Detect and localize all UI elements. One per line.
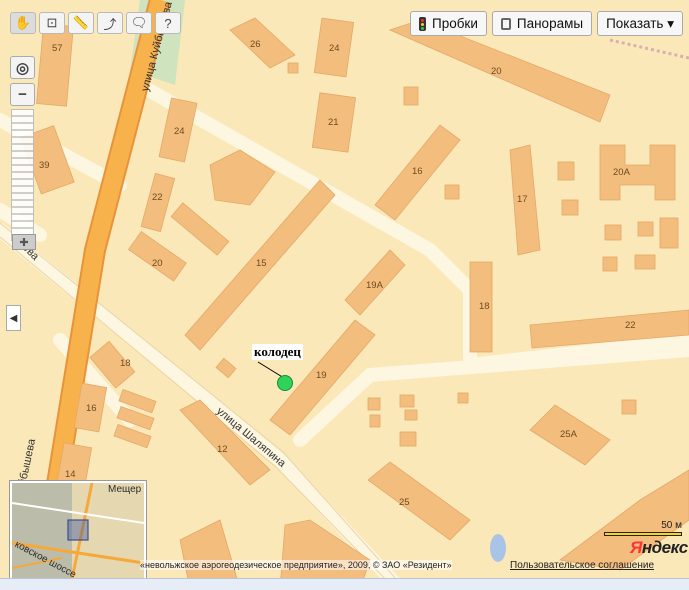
bldg-14: 14 <box>65 469 76 480</box>
zoom-control: ◎ − <box>10 56 35 244</box>
bldg-15: 15 <box>256 258 267 269</box>
bldg-25A: 25А <box>560 429 578 440</box>
scale-label: 50 м <box>661 520 682 531</box>
bldg-24a: 24 <box>329 43 340 54</box>
overview-minimap[interactable]: Мещер ковское шоссе <box>10 481 146 581</box>
hand-icon[interactable]: ✋ <box>10 12 36 34</box>
layer-buttons: Пробки Панорамы Показать ▾ <box>409 11 683 36</box>
yandex-logo[interactable]: Яндекс <box>630 538 688 558</box>
traffic-light-icon <box>418 16 426 31</box>
bldg-19A: 19А <box>366 280 384 291</box>
bldg-20b: 20 <box>152 258 163 269</box>
bldg-22a: 22 <box>152 192 163 203</box>
bldg-26: 26 <box>250 39 261 50</box>
bldg-24b: 24 <box>174 126 185 137</box>
panoramas-button[interactable]: Панорамы <box>491 11 593 36</box>
pond <box>490 534 506 562</box>
bldg-16a: 16 <box>412 166 423 177</box>
marker-label[interactable]: колодец <box>252 344 303 360</box>
scale-bar-line <box>604 532 682 536</box>
map-toolbar: ✋ ⊡ 📏 ⤴ 🗨 ? <box>10 12 181 34</box>
railway <box>609 38 689 60</box>
bldg-16b: 16 <box>86 403 97 414</box>
route-icon[interactable]: ⤴ <box>97 12 123 34</box>
copyright-text: «невольжское аэрогеодезическое предприят… <box>140 560 452 570</box>
traffic-button[interactable]: Пробки <box>409 11 487 36</box>
minimap-layer <box>12 483 144 579</box>
zoom-area-icon[interactable]: ⊡ <box>39 12 65 34</box>
zoom-slider-track[interactable] <box>11 109 34 241</box>
scale-bar: 50 м <box>604 520 682 536</box>
bldg-18a: 18 <box>479 301 490 312</box>
show-button-label: Показать ▾ <box>606 15 674 31</box>
info-cursor-icon[interactable]: ? <box>155 12 181 34</box>
bldg-21: 21 <box>328 117 339 128</box>
zoom-slider-handle[interactable]: ✚ <box>12 234 36 250</box>
collapse-panel-button[interactable]: ◀ <box>6 305 21 331</box>
logo-rest: ндекс <box>641 538 688 557</box>
window-bottom-bar <box>0 578 689 590</box>
bldg-12: 12 <box>217 444 228 455</box>
bldg-20a: 20 <box>491 66 502 77</box>
logo-first-letter: Я <box>630 538 642 557</box>
compass-icon[interactable]: ◎ <box>10 56 35 79</box>
panoramas-button-label: Панорамы <box>516 16 584 31</box>
user-agreement-link[interactable]: Пользовательское соглашение <box>510 560 654 571</box>
bldg-39: 39 <box>39 160 50 171</box>
bldg-57: 57 <box>52 43 63 54</box>
placemark-icon[interactable]: 🗨 <box>126 12 152 34</box>
bldg-20A: 20А <box>613 167 631 178</box>
zoom-out-button[interactable]: − <box>10 83 35 106</box>
ruler-icon[interactable]: 📏 <box>68 12 94 34</box>
bldg-22b: 22 <box>625 320 636 331</box>
minimap-label-top: Мещер <box>108 484 142 495</box>
bldg-25: 25 <box>399 497 410 508</box>
bldg-18b: 18 <box>120 358 131 369</box>
bldg-17: 17 <box>517 194 528 205</box>
show-dropdown-button[interactable]: Показать ▾ <box>597 11 683 36</box>
traffic-button-label: Пробки <box>431 16 478 31</box>
minimap-viewport[interactable] <box>67 519 89 541</box>
well-marker-icon[interactable] <box>277 375 293 391</box>
bldg-19: 19 <box>316 370 327 381</box>
panorama-icon <box>500 17 511 30</box>
